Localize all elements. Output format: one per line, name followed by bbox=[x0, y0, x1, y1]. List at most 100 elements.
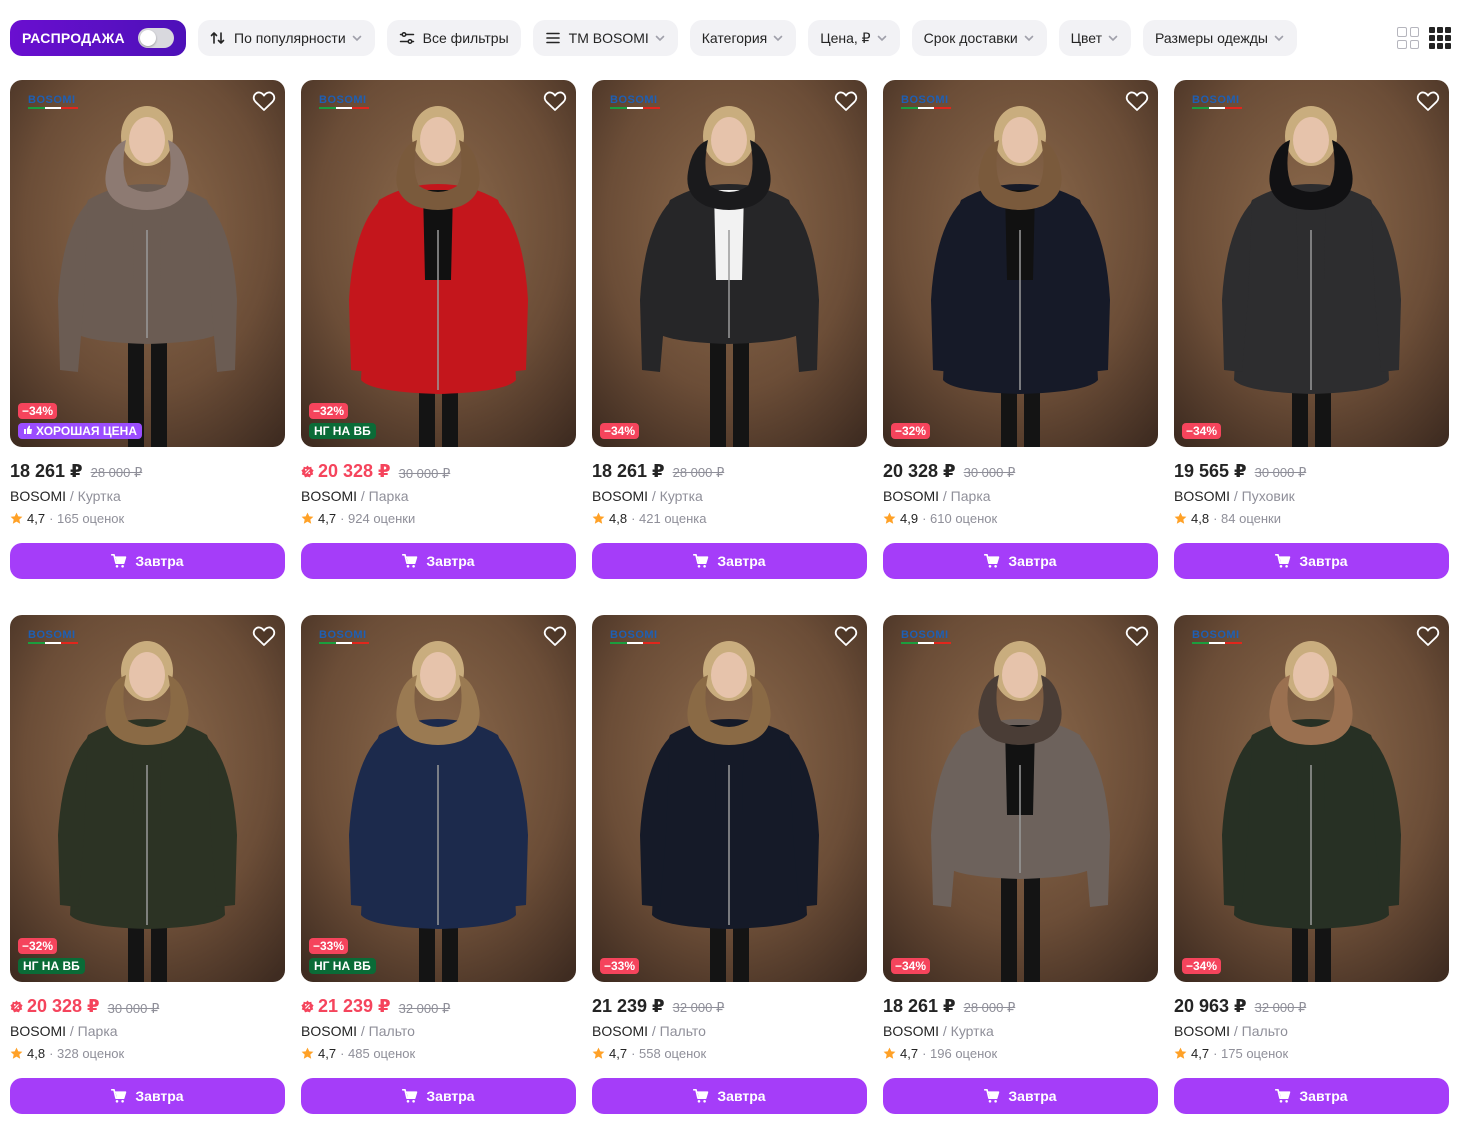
product-photo[interactable]: BOSOMI −34% bbox=[592, 80, 867, 447]
product-name[interactable]: BOSOMI / Пальто bbox=[301, 1023, 576, 1039]
sale-toggle[interactable]: РАСПРОДАЖА bbox=[10, 20, 186, 56]
cart-icon bbox=[1275, 1088, 1291, 1104]
product-card[interactable]: BOSOMI −32% 20 328 ₽ 30 000 ₽ BOSOMI / П… bbox=[883, 80, 1158, 579]
grid-small-view-icon[interactable] bbox=[1429, 27, 1451, 49]
add-to-cart-button[interactable]: Завтра bbox=[301, 1078, 576, 1114]
add-to-cart-button[interactable]: Завтра bbox=[10, 543, 285, 579]
add-to-cart-button[interactable]: Завтра bbox=[1174, 543, 1449, 579]
favorite-heart-icon[interactable] bbox=[1124, 623, 1150, 649]
product-category: / Парка bbox=[357, 488, 409, 504]
product-card[interactable]: BOSOMI −34% 18 261 ₽ 28 000 ₽ BOSOMI / К… bbox=[592, 80, 867, 579]
brand-filter-button[interactable]: ТМ BOSOMI bbox=[532, 20, 678, 56]
product-name[interactable]: BOSOMI / Пуховик bbox=[1174, 488, 1449, 504]
price-filter-button[interactable]: Цена, ₽ bbox=[808, 20, 900, 56]
product-name[interactable]: BOSOMI / Пальто bbox=[592, 1023, 867, 1039]
current-price: 20 328 ₽ bbox=[883, 461, 956, 482]
brand-logo: BOSOMI bbox=[28, 94, 92, 116]
product-card[interactable]: BOSOMI −32% НГ НА ВБ 20 328 ₽ 30 000 ₽ B… bbox=[301, 80, 576, 579]
product-photo[interactable]: BOSOMI −34% bbox=[1174, 615, 1449, 982]
product-card[interactable]: BOSOMI −34% 18 261 ₽ 28 000 ₽ BOSOMI / К… bbox=[883, 615, 1158, 1114]
product-name[interactable]: BOSOMI / Парка bbox=[10, 1023, 285, 1039]
current-price: 21 239 ₽ bbox=[592, 996, 665, 1017]
product-card[interactable]: BOSOMI −32% НГ НА ВБ 20 328 ₽ 30 000 ₽ B… bbox=[10, 615, 285, 1114]
current-price: 21 239 ₽ bbox=[301, 996, 391, 1017]
product-category: / Куртка bbox=[648, 488, 703, 504]
product-card[interactable]: BOSOMI −34% ХОРОШАЯ ЦЕНА 18 261 ₽ 28 000… bbox=[10, 80, 285, 579]
sale-flash-icon bbox=[301, 465, 314, 478]
product-name[interactable]: BOSOMI / Куртка bbox=[10, 488, 285, 504]
favorite-heart-icon[interactable] bbox=[542, 88, 568, 114]
sale-switch[interactable] bbox=[138, 28, 174, 48]
add-to-cart-button[interactable]: Завтра bbox=[592, 543, 867, 579]
favorite-heart-icon[interactable] bbox=[542, 623, 568, 649]
favorite-heart-icon[interactable] bbox=[1124, 88, 1150, 114]
old-price: 30 000 ₽ bbox=[963, 465, 1016, 480]
product-photo[interactable]: BOSOMI −34% ХОРОШАЯ ЦЕНА bbox=[10, 80, 285, 447]
grid-large-view-icon[interactable] bbox=[1397, 27, 1419, 49]
rating-row: 4,8 · 328 оценок bbox=[10, 1046, 285, 1061]
product-brand: BOSOMI bbox=[592, 488, 649, 504]
product-image bbox=[592, 615, 867, 982]
delivery-filter-button[interactable]: Срок доставки bbox=[911, 20, 1047, 56]
brand-logo: BOSOMI bbox=[319, 629, 383, 651]
add-to-cart-button[interactable]: Завтра bbox=[592, 1078, 867, 1114]
sort-label: По популярности bbox=[234, 30, 346, 46]
rating-row: 4,8 · 84 оценки bbox=[1174, 511, 1449, 526]
current-price: 19 565 ₽ bbox=[1174, 461, 1247, 482]
rating-value: 4,8 bbox=[1191, 511, 1210, 526]
sort-button[interactable]: По популярности bbox=[198, 20, 375, 56]
current-price: 18 261 ₽ bbox=[10, 461, 83, 482]
product-photo[interactable]: BOSOMI −32% НГ НА ВБ bbox=[301, 80, 576, 447]
add-to-cart-label: Завтра bbox=[1299, 1088, 1348, 1104]
category-filter-button[interactable]: Категория bbox=[689, 20, 797, 56]
reviews-count: · 485 оценок bbox=[340, 1046, 416, 1061]
product-image bbox=[883, 80, 1158, 447]
product-name[interactable]: BOSOMI / Куртка bbox=[592, 488, 867, 504]
product-card[interactable]: BOSOMI −34% 19 565 ₽ 30 000 ₽ BOSOMI / П… bbox=[1174, 80, 1449, 579]
favorite-heart-icon[interactable] bbox=[1415, 88, 1441, 114]
current-price-value: 20 328 ₽ bbox=[883, 461, 956, 481]
product-photo[interactable]: BOSOMI −33% bbox=[592, 615, 867, 982]
reviews-count: · 175 оценок bbox=[1213, 1046, 1289, 1061]
current-price: 20 328 ₽ bbox=[301, 461, 391, 482]
add-to-cart-button[interactable]: Завтра bbox=[10, 1078, 285, 1114]
product-photo[interactable]: BOSOMI −33% НГ НА ВБ bbox=[301, 615, 576, 982]
brand-logo-text: BOSOMI bbox=[1192, 629, 1240, 641]
product-card[interactable]: BOSOMI −33% НГ НА ВБ 21 239 ₽ 32 000 ₽ B… bbox=[301, 615, 576, 1114]
add-to-cart-button[interactable]: Завтра bbox=[1174, 1078, 1449, 1114]
favorite-heart-icon[interactable] bbox=[251, 623, 277, 649]
favorite-heart-icon[interactable] bbox=[833, 623, 859, 649]
add-to-cart-label: Завтра bbox=[1299, 553, 1348, 569]
current-price-value: 21 239 ₽ bbox=[592, 996, 665, 1016]
favorite-heart-icon[interactable] bbox=[1415, 623, 1441, 649]
current-price: 18 261 ₽ bbox=[883, 996, 956, 1017]
product-category: / Куртка bbox=[939, 1023, 994, 1039]
sizes-filter-button[interactable]: Размеры одежды bbox=[1143, 20, 1297, 56]
current-price-value: 21 239 ₽ bbox=[318, 996, 391, 1016]
product-photo[interactable]: BOSOMI −32% НГ НА ВБ bbox=[10, 615, 285, 982]
product-name[interactable]: BOSOMI / Куртка bbox=[883, 1023, 1158, 1039]
all-filters-button[interactable]: Все фильтры bbox=[386, 20, 521, 56]
add-to-cart-button[interactable]: Завтра bbox=[301, 543, 576, 579]
sizes-filter-label: Размеры одежды bbox=[1155, 30, 1268, 46]
product-photo[interactable]: BOSOMI −34% bbox=[1174, 80, 1449, 447]
add-to-cart-button[interactable]: Завтра bbox=[883, 1078, 1158, 1114]
brand-logo-text: BOSOMI bbox=[28, 629, 76, 641]
color-filter-button[interactable]: Цвет bbox=[1058, 20, 1132, 56]
product-card[interactable]: BOSOMI −34% 20 963 ₽ 32 000 ₽ BOSOMI / П… bbox=[1174, 615, 1449, 1114]
rating-row: 4,9 · 610 оценок bbox=[883, 511, 1158, 526]
product-name[interactable]: BOSOMI / Пальто bbox=[1174, 1023, 1449, 1039]
product-name[interactable]: BOSOMI / Парка bbox=[883, 488, 1158, 504]
product-name[interactable]: BOSOMI / Парка bbox=[301, 488, 576, 504]
badges: −34% ХОРОШАЯ ЦЕНА bbox=[18, 403, 142, 439]
product-card[interactable]: BOSOMI −33% 21 239 ₽ 32 000 ₽ BOSOMI / П… bbox=[592, 615, 867, 1114]
favorite-heart-icon[interactable] bbox=[251, 88, 277, 114]
product-photo[interactable]: BOSOMI −32% bbox=[883, 80, 1158, 447]
product-photo[interactable]: BOSOMI −34% bbox=[883, 615, 1158, 982]
favorite-heart-icon[interactable] bbox=[833, 88, 859, 114]
product-brand: BOSOMI bbox=[883, 1023, 940, 1039]
old-price: 32 000 ₽ bbox=[672, 1000, 725, 1015]
reviews-count: · 610 оценок bbox=[922, 511, 998, 526]
add-to-cart-button[interactable]: Завтра bbox=[883, 543, 1158, 579]
star-icon bbox=[10, 1047, 23, 1060]
